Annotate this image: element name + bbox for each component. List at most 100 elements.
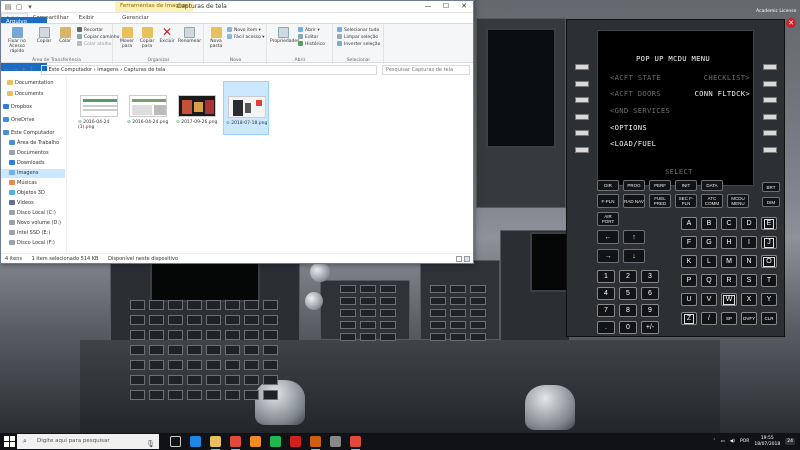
mcdu-letter-key[interactable]: U [681,293,697,306]
language-indicator[interactable]: POR [740,439,749,444]
mcdu-fn-key[interactable]: FUEL PRED [649,194,671,208]
media-player-icon[interactable] [250,436,261,447]
nav-item[interactable]: Imagens [1,169,65,178]
new-folder-icon[interactable]: ▢ [15,3,23,11]
recent-dropdown-icon[interactable]: ▾ [22,66,25,73]
tab-exibir[interactable]: Exibir [74,13,100,23]
network-icon[interactable]: ▭ [720,439,724,444]
nav-item[interactable]: Documentos [1,149,65,158]
mcdu-close-icon[interactable]: ✕ [786,18,796,28]
mcdu-letter-key[interactable]: N [741,255,757,268]
mcdu-letter-key[interactable]: C [721,217,737,230]
task-view-icon[interactable] [170,436,181,447]
mcdu-fn-key[interactable]: MCDU MENU [727,194,749,208]
mcdu-digit-key[interactable]: 2 [619,270,637,283]
mcdu-digit-key[interactable]: 4 [597,287,615,300]
mcdu-letter-key[interactable]: G [701,236,717,249]
dim-key[interactable]: DIM [762,197,780,207]
nav-item[interactable]: Músicas [1,179,65,188]
line-select-key-left[interactable] [575,64,589,70]
select-all-button[interactable]: Selecionar tudo [337,27,379,34]
forward-icon[interactable]: → [13,66,18,73]
nav-item[interactable]: Disco Local (F:) [1,239,65,248]
arrow-key-icon[interactable]: ↓ [623,249,645,263]
close-icon[interactable]: ✕ [455,1,473,12]
up-icon[interactable]: ↑ [29,66,34,73]
qat-dropdown-icon[interactable]: ▾ [26,3,34,11]
line-select-key-right[interactable] [763,97,777,103]
mcdu-fn-key[interactable]: F-PLN [597,194,619,208]
mcdu-letter-key[interactable]: O [761,255,777,268]
mcdu-digit-key[interactable]: 6 [641,287,659,300]
nav-item[interactable]: Este Computador [1,129,65,138]
mcdu-letter-key[interactable]: S [741,274,757,287]
mcdu-digit-key[interactable]: 0 [619,321,637,334]
copy-to-button[interactable]: Copiar para [139,27,155,49]
maximize-icon[interactable]: ☐ [437,1,455,12]
mcdu-digit-key[interactable]: 9 [641,304,659,317]
mcdu-fn-key[interactable]: PROG [623,180,645,191]
file-item[interactable]: ⊘ 2017-09-26.png [174,81,220,135]
clock[interactable]: 19:55 18/07/2018 [754,436,780,448]
line-select-key-right[interactable] [763,80,777,87]
line-select-key-right[interactable] [763,64,777,70]
arrow-key-icon[interactable]: → [597,249,619,263]
windows-start-icon[interactable] [4,436,15,447]
nav-item[interactable]: Documentation [1,79,65,88]
line-select-key-right[interactable] [763,113,777,120]
mcdu-letter-key[interactable]: X [741,293,757,306]
line-select-key-left[interactable] [575,130,589,136]
back-icon[interactable]: ← [4,66,9,73]
invert-selection-button[interactable]: Inverter seleção [337,41,380,48]
arrow-key-icon[interactable]: ↑ [623,230,645,244]
paste-shortcut-button[interactable]: Colar atalho [77,41,111,48]
microphone-icon[interactable]: 🎙 [146,437,155,450]
mcdu-digit-key[interactable]: 3 [641,270,659,283]
mcdu-letter-key[interactable]: H [721,236,737,249]
file-item[interactable]: ⊘ 2016-04-24.png [125,81,171,135]
line-select-key-right[interactable] [763,146,777,153]
details-view-icon[interactable] [456,256,462,262]
search-input[interactable]: Pesquisar Capturas de tela [382,65,470,75]
move-to-button[interactable]: Mover para [119,27,135,49]
tray-chevron-icon[interactable]: ˄ [713,439,715,444]
delete-button[interactable]: ✕ Excluir [159,26,175,44]
mcdu-fn-key[interactable]: DATA [701,180,723,191]
line-select-key-left[interactable] [575,146,589,153]
line-select-key-left[interactable] [575,113,589,120]
properties-icon[interactable]: ▤ [4,3,12,11]
nav-item[interactable]: Área de Trabalho [1,139,65,148]
mcdu-digit-key[interactable]: 1 [597,270,615,283]
mcdu-letter-key[interactable]: L [701,255,717,268]
new-folder-button[interactable]: Nova pasta [208,27,224,49]
mcdu-fn-key[interactable]: SEC F-PLN [675,194,697,208]
mcdu-letter-key[interactable]: D [741,217,757,230]
mcdu-letter-key[interactable]: W [721,293,737,306]
mcdu-letter-key[interactable]: Q [701,274,717,287]
open-button[interactable]: Abrir ▾ [298,27,320,34]
mcdu-letter-key[interactable]: Z [681,312,697,325]
brt-key[interactable]: BRT [762,182,780,192]
arrow-key-icon[interactable]: ← [597,230,619,244]
mcdu-letter-key[interactable]: T [761,274,777,287]
mcdu-letter-key[interactable]: I [741,236,757,249]
mcdu-fn-key[interactable]: RAD NAV [623,194,645,208]
rename-button[interactable]: Renomear [178,27,201,44]
mcdu-fn-key[interactable]: DIR [597,180,619,191]
nav-item[interactable]: Disco Local (C:) [1,209,65,218]
app-icon[interactable] [330,436,341,447]
pin-quick-access-button[interactable]: Fixar no Acesso rápido [4,27,30,54]
acrobat-icon[interactable] [290,436,301,447]
mcdu-letter-key[interactable]: V [701,293,717,306]
mcdu-letter-key[interactable]: CLR [761,312,777,325]
notification-badge[interactable]: 24 [785,438,795,445]
mcdu-digit-key[interactable]: 7 [597,304,615,317]
chrome-secondary-icon[interactable] [350,436,361,450]
nav-item[interactable]: OneDrive [1,116,65,125]
new-item-button[interactable]: Novo item ▾ [227,27,261,34]
mcdu-letter-key[interactable]: J [761,236,777,249]
mcdu-fn-key[interactable]: INIT [675,180,697,191]
mcdu-digit-key[interactable]: . [597,321,615,334]
airport-key[interactable]: AIR PORT [597,212,619,226]
nav-item[interactable]: Novo volume (D:) [1,219,65,228]
